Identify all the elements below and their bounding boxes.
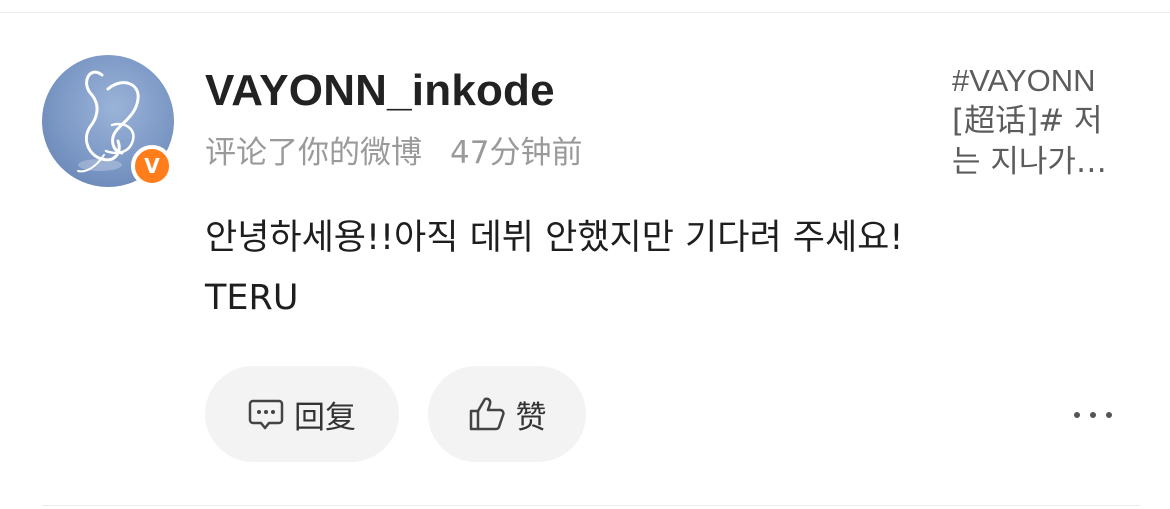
source-post-line: 는 지나가…: [952, 144, 1107, 180]
ellipsis-icon: [1074, 412, 1112, 418]
more-options-button[interactable]: [1070, 398, 1116, 432]
username[interactable]: VAYONN_inkode: [205, 64, 555, 118]
source-post-line: [超话]# 저: [952, 103, 1103, 139]
reply-button[interactable]: 回复: [205, 366, 399, 462]
comment-text: 안녕하세용!!아직 데뷔 안했지만 기다려 주세요! TERU: [205, 218, 904, 318]
source-post-preview[interactable]: #VAYONN [超话]# 저 는 지나가…: [952, 60, 1138, 186]
reply-label: 回复: [294, 399, 356, 436]
timestamp: 47分钟前: [450, 135, 583, 171]
like-label: 赞: [515, 399, 547, 436]
comment-icon: [248, 399, 284, 430]
top-divider: [0, 12, 1170, 13]
action-text: 评论了你的微博: [205, 135, 422, 171]
verified-badge: V: [131, 145, 173, 187]
comment-meta: 评论了你的微博 47分钟前: [205, 133, 582, 173]
bottom-divider: [42, 505, 1140, 506]
source-post-line: #VAYONN: [952, 63, 1096, 98]
thumbs-up-icon: [469, 397, 505, 431]
like-button[interactable]: 赞: [428, 366, 586, 462]
